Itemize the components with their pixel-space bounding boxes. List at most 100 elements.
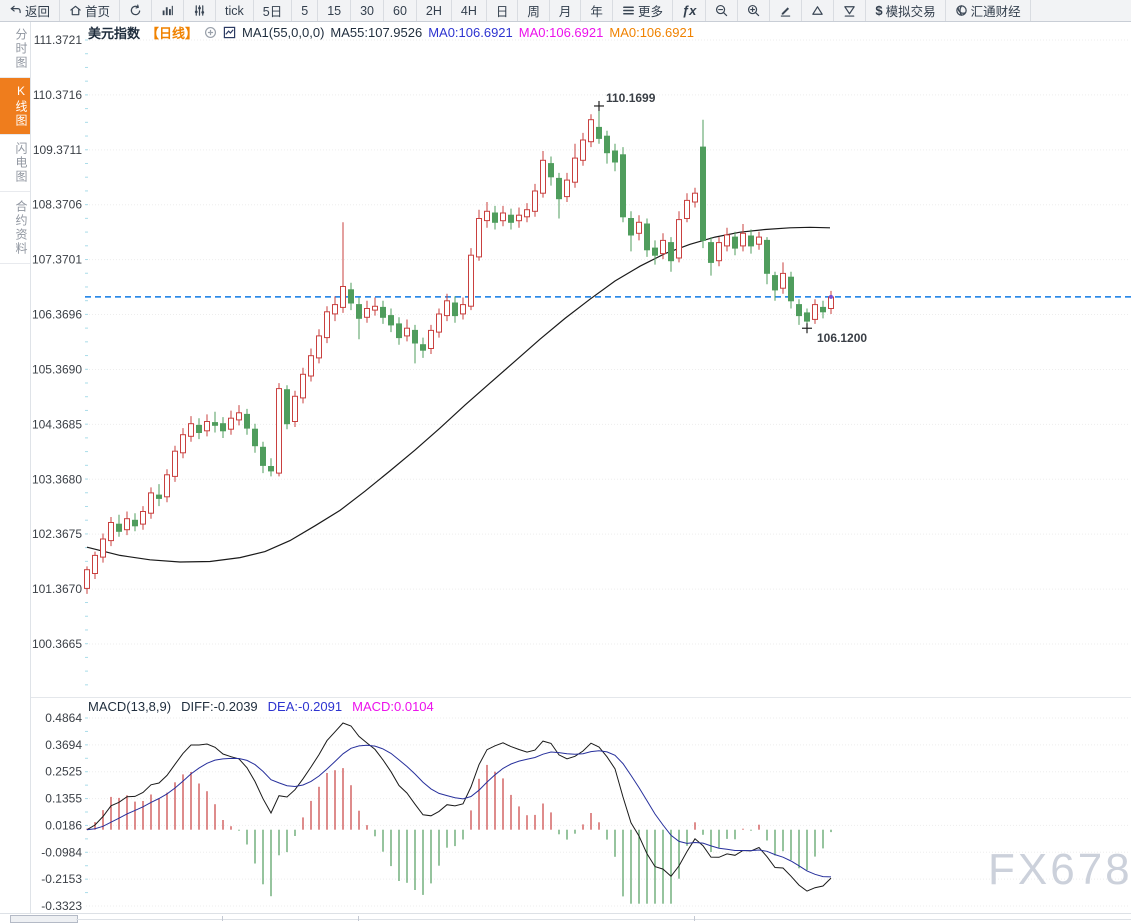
toolbar-demo-trade-button[interactable]: $ 模拟交易 [866, 0, 946, 21]
fx-icon: ƒx [681, 3, 697, 18]
sidebar-tab-lightning-chart[interactable]: 闪电图 [0, 135, 30, 192]
toolbar-period-30-label: 30 [360, 3, 374, 18]
svg-text:106.1200: 106.1200 [817, 331, 867, 345]
toolbar-refresh-button[interactable] [120, 0, 153, 21]
toolbar-period-5d-button[interactable]: 5日 [254, 0, 293, 21]
toolbar-tick-button[interactable]: tick [216, 0, 254, 21]
toolbar-tick-label: tick [225, 3, 244, 18]
scrollbar-track [76, 919, 1131, 920]
indicator-chart-icon[interactable] [223, 26, 236, 39]
period-label: 【日线】 [146, 26, 199, 41]
sliders-icon [193, 4, 206, 17]
price-chart-canvas[interactable]: 111.3721 110.3716 109.3711 108.3706 107.3701… [0, 0, 1131, 923]
toolbar-home-button[interactable]: 首页 [60, 0, 121, 21]
symbol-name: 美元指数 [88, 26, 141, 41]
sidebar-tab-time-chart[interactable]: 分时图 [0, 21, 30, 78]
svg-text:102.3675: 102.3675 [32, 527, 82, 541]
toolbar-more-button[interactable]: 更多 [613, 0, 673, 21]
scrollbar-tick [358, 916, 359, 921]
toolbar-formula-button[interactable]: ƒx [673, 0, 707, 21]
add-indicator-icon[interactable] [204, 26, 217, 39]
svg-text:110.1699: 110.1699 [606, 91, 656, 105]
svg-text:110.3716: 110.3716 [33, 88, 82, 102]
toolbar-period-15-button[interactable]: 15 [318, 0, 352, 21]
toolbar-period-30-button[interactable]: 30 [351, 0, 384, 21]
toolbar-zoom-out-button[interactable] [706, 0, 739, 21]
toolbar-more-label: 更多 [637, 5, 663, 19]
svg-text:104.3685: 104.3685 [32, 417, 82, 431]
toolbar-zoom-in-button[interactable] [738, 0, 771, 21]
toolbar-period-day-button[interactable]: 日 [487, 0, 519, 21]
more-icon [622, 4, 635, 17]
sidebar-tab-contract-info[interactable]: 合约资料 [0, 192, 30, 264]
toolbar-period-year-button[interactable]: 年 [581, 0, 613, 21]
toolbar-period-4h-label: 4H [460, 3, 477, 18]
toolbar: 返回 首页 tick 5日 5 15 30 60 2H 4H 日 周 月 年 更多 ƒx $ 模拟交易 汇通财经 [0, 0, 1131, 22]
bar-chart-icon [161, 4, 174, 17]
svg-text:109.3711: 109.3711 [33, 143, 82, 157]
zoom-out-icon [715, 4, 728, 17]
chart-header: 美元指数 【日线】 MA1(55,0,0,0) MA55:107.9526 MA… [88, 23, 694, 42]
svg-text:0.0186: 0.0186 [45, 818, 82, 832]
back-icon [9, 4, 22, 17]
ma55-value: MA55:107.9526 [330, 25, 423, 40]
zoom-in-icon [747, 4, 760, 17]
toolbar-back-button[interactable]: 返回 [0, 0, 61, 21]
toolbar-fx678-site-button[interactable]: 汇通财经 [946, 0, 1031, 21]
ma0-magenta-value: MA0:106.6921 [518, 25, 604, 40]
toolbar-period-5d-label: 5日 [262, 5, 283, 19]
toolbar-period-2h-label: 2H [425, 3, 442, 18]
svg-text:105.3690: 105.3690 [32, 362, 82, 376]
dea-value: DEA:-0.2091 [267, 699, 343, 714]
toolbar-draw-button[interactable] [770, 0, 803, 21]
svg-text:106.3696: 106.3696 [32, 308, 82, 322]
svg-text:0.2525: 0.2525 [45, 765, 82, 779]
diff-value: DIFF:-0.2039 [181, 699, 258, 714]
toolbar-triangle-up-button[interactable] [802, 0, 835, 21]
scrollbar-handle[interactable] [10, 915, 78, 923]
toolbar-period-5-label: 5 [301, 3, 309, 18]
time-scrollbar[interactable] [0, 913, 1131, 924]
ma-params-label: MA1(55,0,0,0) [242, 25, 325, 40]
scrollbar-tick [222, 916, 223, 921]
svg-text:103.3680: 103.3680 [32, 472, 82, 486]
toolbar-fx678-site-label: 汇通财经 [970, 5, 1021, 19]
pencil-icon [779, 4, 792, 17]
toolbar-chart-type-button[interactable] [152, 0, 185, 21]
macd-params-label: MACD(13,8,9) [88, 699, 172, 714]
ma0-orange-value: MA0:106.6921 [609, 25, 694, 40]
refresh-icon [129, 4, 142, 17]
toolbar-period-60-label: 60 [393, 3, 407, 18]
toolbar-period-month-button[interactable]: 月 [550, 0, 582, 21]
scrollbar-tick [694, 916, 695, 921]
toolbar-period-15-label: 15 [327, 3, 342, 18]
svg-text:100.3665: 100.3665 [32, 637, 82, 651]
svg-text:111.3721: 111.3721 [34, 33, 83, 47]
sidebar: 分时图 K线图 闪电图 合约资料 [0, 21, 31, 923]
svg-text:101.3670: 101.3670 [32, 582, 82, 596]
pane-divider [31, 697, 1131, 698]
home-icon [69, 4, 82, 17]
svg-text:0.3694: 0.3694 [45, 738, 82, 752]
svg-text:108.3706: 108.3706 [32, 198, 82, 212]
toolbar-period-month-label: 月 [558, 5, 572, 19]
toolbar-indicator-settings-button[interactable] [184, 0, 217, 21]
macd-value: MACD:0.0104 [352, 699, 434, 714]
toolbar-period-week-label: 周 [527, 5, 540, 19]
ma0-blue-value: MA0:106.6921 [428, 25, 513, 40]
svg-text:-0.0984: -0.0984 [41, 845, 82, 859]
toolbar-triangle-down-button[interactable] [834, 0, 867, 21]
svg-text:-0.2153: -0.2153 [41, 872, 82, 886]
toolbar-period-4h-button[interactable]: 4H [452, 0, 487, 21]
macd-header: MACD(13,8,9) DIFF:-0.2039 DEA:-0.2091 MA… [88, 699, 434, 714]
toolbar-period-2h-button[interactable]: 2H [417, 0, 452, 21]
toolbar-home-label: 首页 [85, 5, 111, 19]
toolbar-back-label: 返回 [25, 5, 51, 19]
svg-text:-0.3323: -0.3323 [41, 899, 82, 913]
sidebar-tab-kline-chart[interactable]: K线图 [0, 78, 30, 135]
globe-icon [955, 4, 968, 17]
toolbar-period-week-button[interactable]: 周 [518, 0, 550, 21]
toolbar-period-day-label: 日 [495, 5, 509, 19]
toolbar-period-60-button[interactable]: 60 [384, 0, 417, 21]
toolbar-period-5-button[interactable]: 5 [292, 0, 319, 21]
